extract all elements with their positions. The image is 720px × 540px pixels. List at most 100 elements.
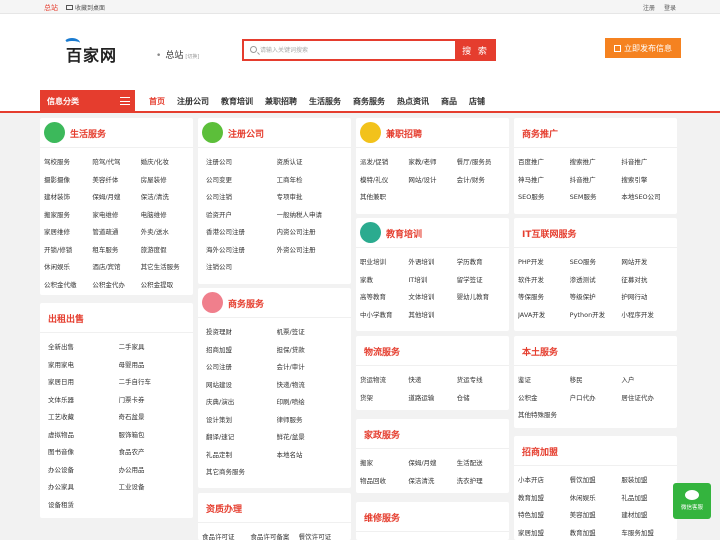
category-link[interactable]: 印刷/喷绘 (277, 394, 348, 412)
category-link[interactable]: 外卖/送水 (141, 224, 189, 242)
nav-item-company[interactable]: 注册公司 (171, 90, 215, 113)
card-title[interactable]: 家政服务 (364, 428, 400, 441)
category-link[interactable]: 小本开店 (518, 472, 570, 490)
category-link[interactable]: 餐饮许可证 (299, 529, 347, 540)
category-link[interactable]: 食品农产 (119, 444, 190, 462)
category-link[interactable]: 婴幼儿教育 (457, 289, 505, 307)
category-link[interactable]: 注册公司 (206, 154, 277, 172)
category-link[interactable]: 电脑维修 (141, 207, 189, 225)
category-link[interactable]: 外语培训 (408, 254, 456, 272)
category-link[interactable]: 建材装饰 (44, 189, 92, 207)
category-link[interactable]: 资质认证 (277, 154, 348, 172)
category-link[interactable]: 母婴用品 (119, 357, 190, 375)
station-switcher[interactable]: • 总站 [切换] (156, 48, 199, 61)
category-link[interactable]: 招商加盟 (206, 342, 277, 360)
category-link[interactable]: 餐饮加盟 (570, 472, 622, 490)
category-link[interactable]: 办公用品 (119, 462, 190, 480)
category-link[interactable]: SEO服务 (518, 189, 570, 207)
category-link[interactable]: 礼品加盟 (621, 490, 673, 508)
category-link[interactable]: 文体乐器 (48, 392, 119, 410)
category-link[interactable]: 酒店/宾馆 (92, 259, 140, 277)
category-link[interactable]: 工商年检 (277, 172, 348, 190)
card-title[interactable]: 本土服务 (522, 345, 558, 358)
category-link[interactable]: 工业设备 (119, 479, 190, 497)
category-link[interactable]: 生活配送 (457, 455, 505, 473)
category-link[interactable]: 礼品定制 (206, 447, 277, 465)
category-link[interactable]: 公积金 (518, 390, 570, 408)
category-link[interactable]: 机票/签证 (277, 324, 348, 342)
category-link[interactable]: 等级保护 (570, 289, 622, 307)
category-link[interactable]: 其它商务服务 (206, 464, 277, 482)
category-link[interactable]: 专项审批 (277, 189, 348, 207)
category-link[interactable]: 律师服务 (277, 412, 348, 430)
category-link[interactable]: 快递 (408, 372, 456, 390)
category-link[interactable]: 小程序开发 (621, 307, 673, 325)
card-title[interactable]: 教育培训 (386, 227, 422, 240)
category-link[interactable]: 护网行动 (621, 289, 673, 307)
category-link[interactable]: 网站/设计 (408, 172, 456, 190)
category-link[interactable]: 庆典/演出 (206, 394, 277, 412)
category-link[interactable]: IT培训 (408, 272, 456, 290)
favorite-link[interactable]: 收藏到桌面 (66, 3, 105, 12)
category-link[interactable]: 虚拟物品 (48, 427, 119, 445)
card-title[interactable]: 资质办理 (206, 502, 242, 515)
category-link[interactable]: 工艺收藏 (48, 409, 119, 427)
category-link[interactable]: 房屋装修 (141, 172, 189, 190)
category-link[interactable]: 中小学教育 (360, 307, 408, 325)
category-link[interactable]: 货运物流 (360, 372, 408, 390)
category-link[interactable]: 家教/老师 (408, 154, 456, 172)
category-link[interactable]: PHP开发 (518, 254, 570, 272)
category-link[interactable]: 家电维修 (92, 207, 140, 225)
category-link[interactable]: 门票卡券 (119, 392, 190, 410)
card-title[interactable]: 注册公司 (228, 127, 264, 140)
category-link[interactable]: 建材加盟 (621, 507, 673, 525)
category-link[interactable]: 等保服务 (518, 289, 570, 307)
nav-item-education[interactable]: 教育培训 (215, 90, 259, 113)
category-link[interactable]: 模特/礼仪 (360, 172, 408, 190)
category-link[interactable]: 教育加盟 (518, 490, 570, 508)
category-link[interactable]: 留学签证 (457, 272, 505, 290)
nav-item-business[interactable]: 商务服务 (347, 90, 391, 113)
category-link[interactable]: 设计策划 (206, 412, 277, 430)
category-link[interactable]: 担保/贷款 (277, 342, 348, 360)
category-link[interactable]: 文体培训 (408, 289, 456, 307)
category-link[interactable]: 全新出售 (48, 339, 119, 357)
category-link[interactable]: 家居日用 (48, 374, 119, 392)
category-link[interactable]: 内资公司注册 (277, 224, 348, 242)
category-link[interactable]: 保洁清洗 (408, 473, 456, 491)
category-link[interactable]: 休闲娱乐 (570, 490, 622, 508)
category-link[interactable]: 家用家电 (48, 357, 119, 375)
card-title[interactable]: 物流服务 (364, 345, 400, 358)
category-link[interactable]: 搬家 (360, 455, 408, 473)
card-title[interactable]: 出租出售 (48, 312, 84, 325)
category-link[interactable]: 办公设备 (48, 462, 119, 480)
category-link[interactable]: 家居维修 (44, 224, 92, 242)
category-link[interactable]: 渗透测试 (570, 272, 622, 290)
card-title[interactable]: 招商加盟 (522, 445, 558, 458)
login-link[interactable]: 登录 (664, 3, 676, 12)
nav-item-home[interactable]: 首页 (143, 90, 171, 113)
card-title[interactable]: 生活服务 (70, 127, 106, 140)
category-link[interactable]: Python开发 (570, 307, 622, 325)
category-link[interactable]: 居住证代办 (621, 390, 673, 408)
card-title[interactable]: 商务推广 (522, 127, 558, 140)
card-title[interactable]: 维修服务 (364, 511, 400, 524)
category-link[interactable]: 征募对抗 (621, 272, 673, 290)
category-link[interactable]: 会计/财务 (457, 172, 505, 190)
category-link[interactable]: 食品许可证 (202, 529, 250, 540)
category-link[interactable]: 公司变更 (206, 172, 277, 190)
category-link[interactable]: 注销公司 (206, 259, 277, 277)
category-link[interactable]: JAVA开发 (518, 307, 570, 325)
category-link[interactable]: 陪驾/代驾 (92, 154, 140, 172)
category-link[interactable]: 设备租赁 (48, 497, 119, 515)
category-link[interactable]: 其他培训 (408, 307, 456, 325)
category-link[interactable]: 食品许可备案 (250, 529, 298, 540)
category-link[interactable]: 抖音推广 (621, 154, 673, 172)
category-link[interactable]: 搜索引擎 (621, 172, 673, 190)
category-link[interactable]: 本地名站 (277, 447, 348, 465)
category-link[interactable]: 道路运输 (408, 390, 456, 408)
category-link[interactable]: 投资理财 (206, 324, 277, 342)
category-link[interactable]: 家教 (360, 272, 408, 290)
category-link[interactable]: 一般纳税人申请 (277, 207, 348, 225)
search-button[interactable]: 搜 索 (455, 39, 496, 61)
